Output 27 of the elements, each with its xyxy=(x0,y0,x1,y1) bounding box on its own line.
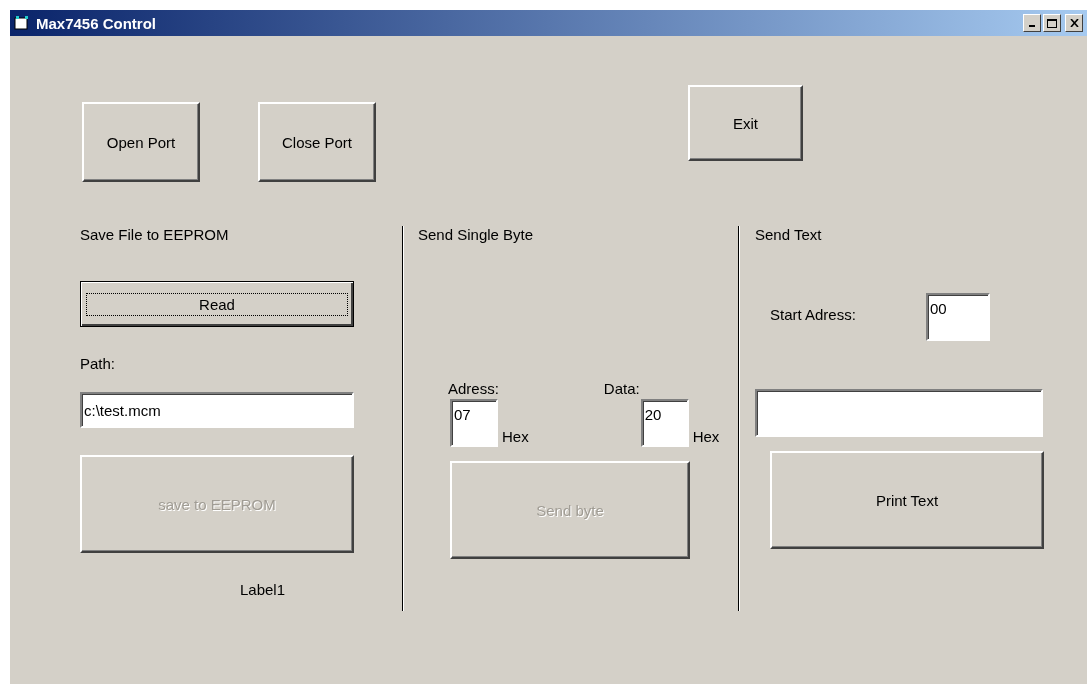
data-field[interactable]: 20 xyxy=(640,399,689,447)
exit-button[interactable]: Exit xyxy=(688,85,803,161)
start-address-field[interactable]: 00 xyxy=(925,293,990,341)
close-icon xyxy=(1069,19,1079,27)
status-label: Label1 xyxy=(240,581,287,598)
data-label: Data: xyxy=(603,380,640,397)
address-label: Adress: xyxy=(448,380,499,397)
start-address-label: Start Adress: xyxy=(770,306,856,323)
close-button[interactable] xyxy=(1065,14,1083,32)
window-title: Max7456 Control xyxy=(36,14,158,32)
open-port-button[interactable]: Open Port xyxy=(82,102,200,182)
address-field[interactable]: 07 xyxy=(450,399,498,447)
read-button[interactable]: Read xyxy=(80,281,354,327)
section-heading: Send Single Byte xyxy=(418,226,535,243)
minimize-button[interactable] xyxy=(1023,14,1041,32)
section-heading: Send Text xyxy=(755,226,823,243)
text-field[interactable] xyxy=(755,389,1043,437)
maximize-icon xyxy=(1047,18,1057,28)
maximize-button[interactable] xyxy=(1043,14,1061,32)
print-text-button[interactable]: Print Text xyxy=(770,451,1044,549)
path-label: Path: xyxy=(80,355,117,372)
close-port-button[interactable]: Close Port xyxy=(258,102,376,182)
app-icon xyxy=(14,16,30,30)
unit-label: Hex xyxy=(692,428,720,447)
path-field[interactable]: c:\test.mcm xyxy=(80,392,354,428)
section-heading: Save File to EEPROM xyxy=(80,226,230,243)
unit-label: Hex xyxy=(502,428,529,447)
